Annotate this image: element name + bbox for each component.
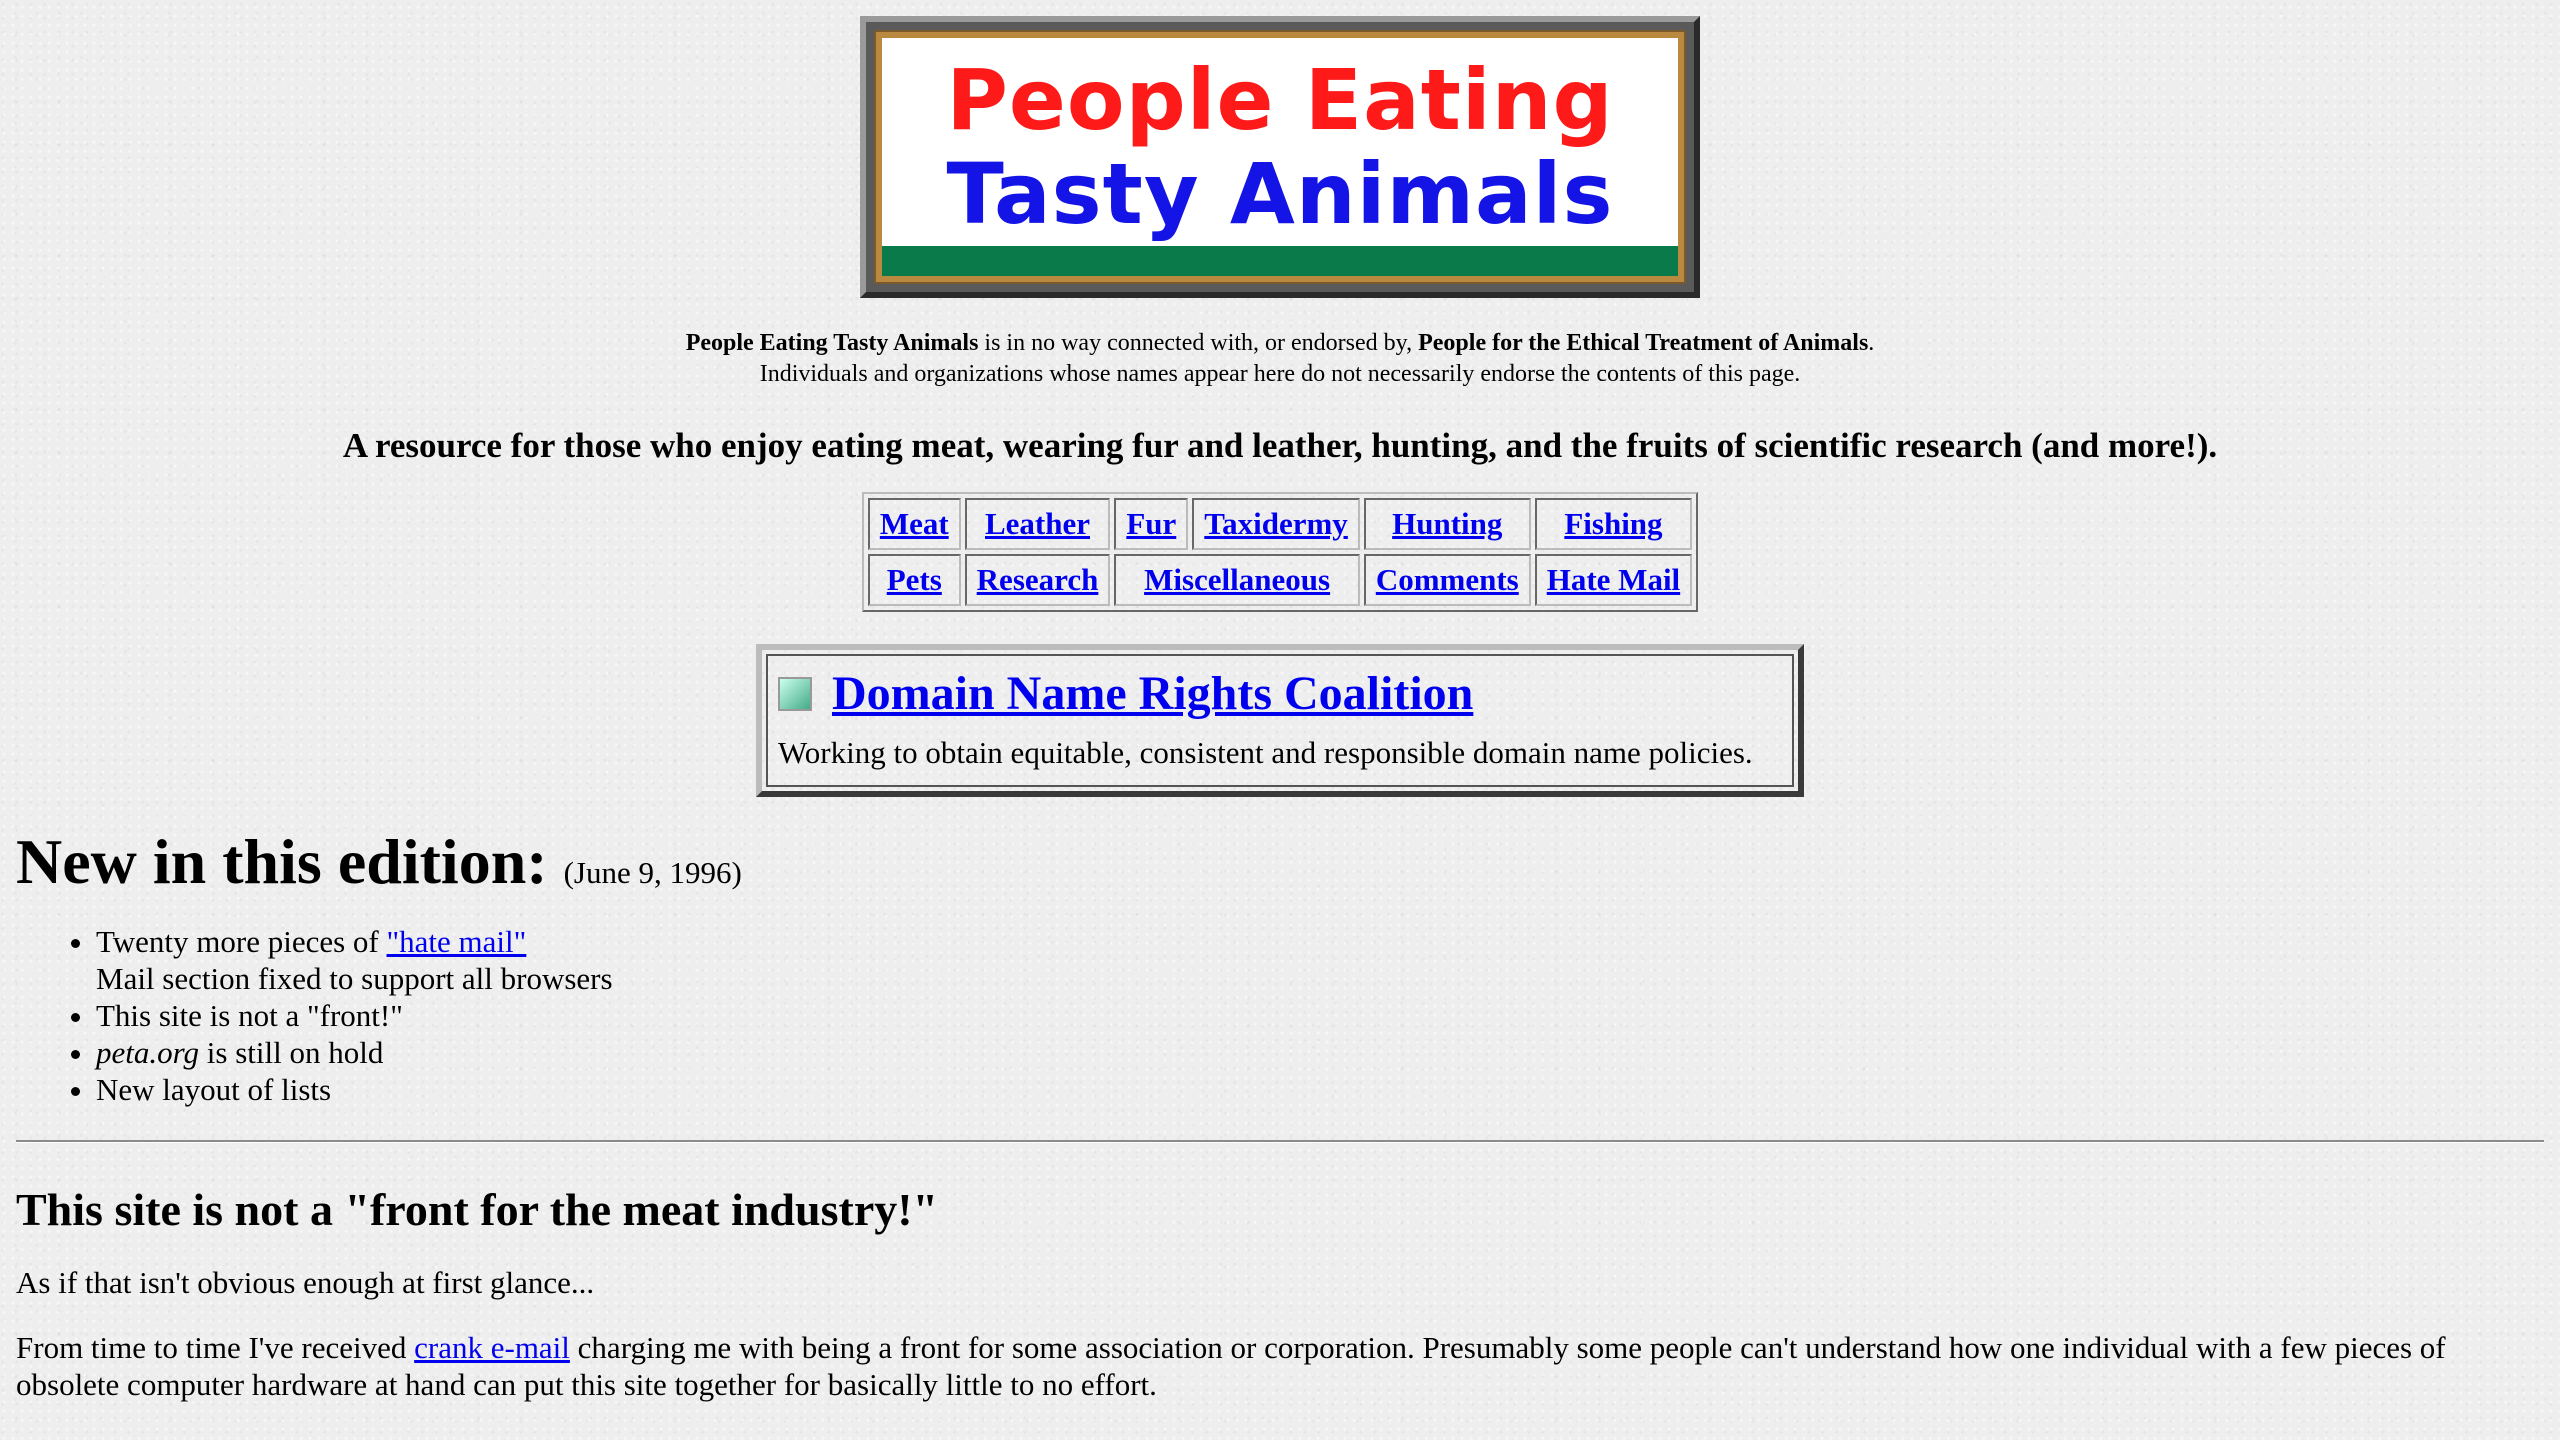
news-list: Twenty more pieces of "hate mail"Mail se…: [16, 923, 2544, 1108]
nav-cell: Taxidermy: [1192, 498, 1360, 550]
new-edition-title: New in this edition:: [16, 826, 548, 897]
peta-org-domain: peta.org: [96, 1035, 200, 1070]
nav-cell: Meat: [867, 498, 961, 550]
disclaimer: People Eating Tasty Animals is in no way…: [16, 328, 2544, 390]
nav-link-miscellaneous[interactable]: Miscellaneous: [1144, 562, 1330, 597]
news-item3-rest: is still on hold: [199, 1035, 384, 1070]
disclaimer-line2: Individuals and organizations whose name…: [759, 361, 1801, 387]
nav-container: Meat Leather Fur Taxidermy Hunting Fishi…: [16, 492, 2544, 612]
nav-cell: Comments: [1363, 554, 1531, 606]
banner-green-bar: [882, 246, 1678, 276]
dnrc-title-row: Domain Name Rights Coalition: [778, 666, 1782, 721]
nav-cell: Pets: [867, 554, 961, 606]
dnrc-container: Domain Name Rights Coalition Working to …: [16, 644, 2544, 797]
nav-cell: Hate Mail: [1534, 554, 1693, 606]
nav-cell: Leather: [964, 498, 1111, 550]
nav-row-1: Meat Leather Fur Taxidermy Hunting Fishi…: [867, 498, 1693, 550]
nav-link-comments[interactable]: Comments: [1376, 562, 1519, 597]
nav-link-hate-mail[interactable]: Hate Mail: [1547, 562, 1680, 597]
banner-text: People Eating Tasty Animals: [882, 38, 1678, 246]
nav-link-pets[interactable]: Pets: [887, 562, 942, 597]
banner-title-line2: Tasty Animals: [946, 145, 1614, 243]
nav-link-research[interactable]: Research: [977, 562, 1099, 597]
hate-mail-link[interactable]: "hate mail": [387, 924, 527, 959]
list-item: This site is not a "front!": [96, 997, 2544, 1034]
nav-cell: Hunting: [1363, 498, 1531, 550]
page: People Eating Tasty Animals People Eatin…: [0, 0, 2560, 1440]
list-item: New layout of lists: [96, 1071, 2544, 1108]
disclaimer-middle: is in no way connected with, or endorsed…: [978, 330, 1419, 356]
nav-table: Meat Leather Fur Taxidermy Hunting Fishi…: [861, 492, 1699, 612]
nav-link-hunting[interactable]: Hunting: [1392, 506, 1502, 541]
nav-cell: Research: [964, 554, 1111, 606]
list-item: peta.org is still on hold: [96, 1034, 2544, 1071]
disclaimer-end: .: [1868, 330, 1875, 356]
dnrc-inner: Domain Name Rights Coalition Working to …: [766, 654, 1794, 787]
nav-link-fur[interactable]: Fur: [1126, 506, 1176, 541]
banner-title-line1: People Eating: [946, 51, 1614, 149]
nav-row-2: Pets Research Miscellaneous Comments Hat…: [867, 554, 1693, 606]
nav-cell: Fur: [1114, 498, 1189, 550]
nav-link-taxidermy[interactable]: Taxidermy: [1204, 506, 1348, 541]
dnrc-description: Working to obtain equitable, consistent …: [778, 735, 1753, 770]
nav-link-meat[interactable]: Meat: [880, 506, 949, 541]
dnrc-link[interactable]: Domain Name Rights Coalition: [832, 666, 1473, 721]
new-edition-heading: New in this edition: (June 9, 1996): [16, 825, 2544, 899]
disclaimer-line1: People Eating Tasty Animals is in no way…: [16, 328, 2544, 359]
news-item1-prefix: Twenty more pieces of: [96, 924, 387, 959]
disclaimer-peta-name: People for the Ethical Treatment of Anim…: [1418, 330, 1869, 356]
banner-container: People Eating Tasty Animals: [16, 0, 2544, 298]
front-para-2: From time to time I've received crank e-…: [16, 1329, 2544, 1403]
front-section-heading: This site is not a "front for the meat i…: [16, 1184, 939, 1235]
tagline: A resource for those who enjoy eating me…: [342, 426, 2218, 465]
nav-cell: Miscellaneous: [1114, 554, 1360, 606]
crank-email-link[interactable]: crank e-mail: [414, 1330, 570, 1365]
banner-frame: People Eating Tasty Animals: [874, 30, 1686, 284]
dnrc-box: Domain Name Rights Coalition Working to …: [756, 644, 1804, 797]
disclaimer-org-name: People Eating Tasty Animals: [685, 330, 979, 356]
front-para2-prefix: From time to time I've received: [16, 1330, 415, 1365]
section-divider: [16, 1140, 2544, 1143]
edition-date: (June 9, 1996): [563, 855, 742, 890]
broken-image-icon[interactable]: [778, 676, 812, 711]
news-item1-line2: Mail section fixed to support all browse…: [96, 961, 613, 996]
nav-link-leather[interactable]: Leather: [985, 506, 1090, 541]
front-para-1: As if that isn't obvious enough at first…: [16, 1265, 595, 1300]
nav-link-fishing[interactable]: Fishing: [1564, 506, 1662, 541]
list-item: Twenty more pieces of "hate mail"Mail se…: [96, 923, 2544, 997]
nav-cell: Fishing: [1534, 498, 1693, 550]
site-banner: People Eating Tasty Animals: [860, 16, 1700, 298]
